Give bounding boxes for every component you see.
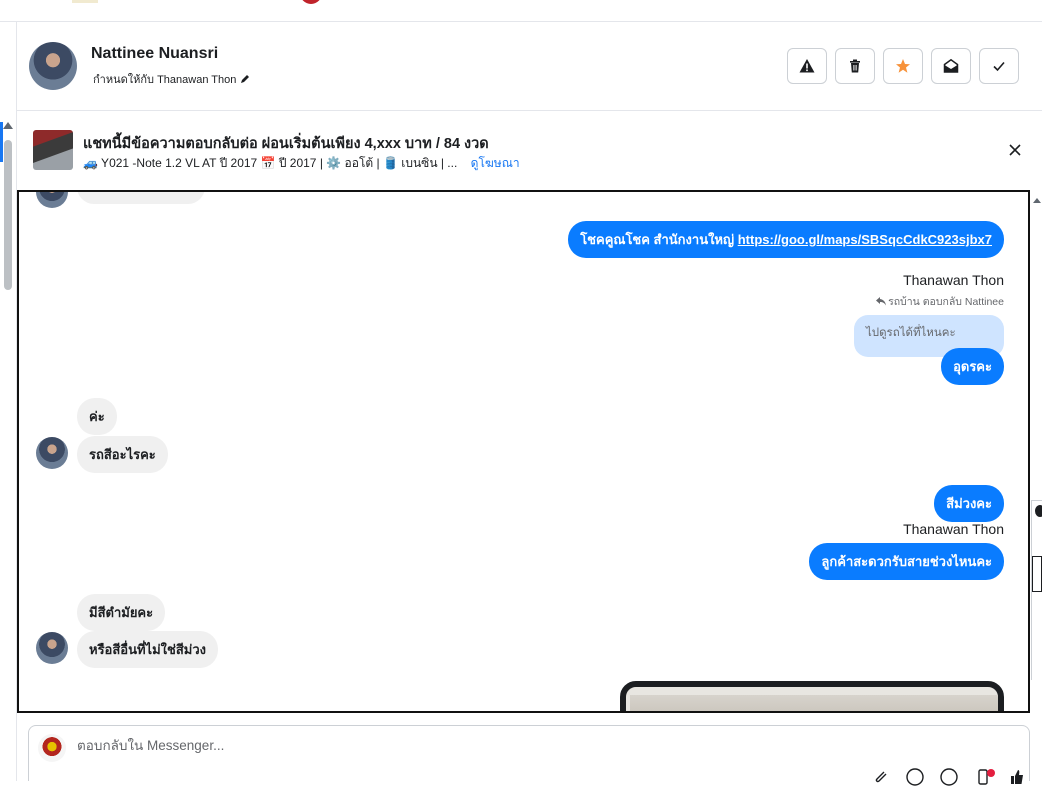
side-panel-avatar — [1035, 505, 1042, 517]
close-icon[interactable] — [1006, 141, 1024, 159]
message-bubble-outgoing[interactable]: ลูกค้าสะดวกรับสายช่วงไหนคะ — [809, 543, 1004, 580]
sender-name: Thanawan Thon — [903, 272, 1004, 288]
assigned-label: กำหนดให้กับ Thanawan Thon — [93, 74, 237, 86]
top-strip-item — [72, 0, 98, 3]
emoji-icon[interactable] — [905, 767, 925, 787]
ad-subtitle: 🚙 Y021 -Note 1.2 VL AT ปี 2017 📅 ปี 2017… — [83, 154, 520, 173]
contact-avatar-small — [36, 192, 68, 208]
ad-title: แชทนี้มีข้อความตอบกลับต่อ ผ่อนเริ่มต้นเพ… — [83, 136, 489, 152]
message-bubble-incoming-partial — [77, 192, 205, 204]
message-bubble-incoming[interactable]: หรือสีอื่นที่ไม่ใช่สีม่วง — [77, 631, 218, 668]
spam-button[interactable] — [787, 48, 827, 84]
attachment-icon[interactable] — [871, 767, 891, 787]
scrollbar-thumb[interactable] — [4, 140, 12, 290]
reply-arrow-icon — [876, 297, 887, 306]
ad-thumbnail[interactable] — [33, 130, 73, 170]
composer-tools — [871, 767, 1027, 787]
page-avatar — [38, 734, 66, 762]
top-strip-badge — [300, 0, 322, 4]
like-icon[interactable] — [1007, 767, 1027, 787]
message-thread[interactable]: โชคคูณโชค สำนักงานใหญ่ https://goo.gl/ma… — [17, 190, 1030, 713]
star-icon — [896, 59, 910, 73]
scroll-up-arrow[interactable] — [3, 122, 13, 129]
message-bubble-outgoing[interactable]: โชคคูณโชค สำนักงานใหญ่ https://goo.gl/ma… — [568, 221, 1004, 258]
star-button[interactable] — [883, 48, 923, 84]
reply-meta: รถบ้าน ตอบกลับ Nattinee — [876, 293, 1004, 310]
delete-button[interactable] — [835, 48, 875, 84]
side-panel-edge — [1030, 190, 1042, 781]
ad-context-bar: แชทนี้มีข้อความตอบกลับต่อ ผ่อนเริ่มต้นเพ… — [17, 111, 1042, 191]
message-bubble-incoming[interactable]: มีสีตำมัยคะ — [77, 594, 166, 631]
image-attachment[interactable] — [620, 681, 1004, 711]
warning-icon — [799, 59, 815, 73]
pencil-icon[interactable] — [240, 74, 250, 84]
header-actions — [787, 48, 1019, 84]
reply-meta-text: รถบ้าน ตอบกลับ Nattinee — [888, 296, 1004, 308]
trash-icon — [850, 59, 860, 73]
reply-composer — [28, 725, 1030, 786]
scroll-up-arrow[interactable] — [1033, 198, 1041, 203]
ad-details: 🚙 Y021 -Note 1.2 VL AT ปี 2017 📅 ปี 2017… — [83, 156, 458, 170]
done-button[interactable] — [979, 48, 1019, 84]
contact-avatar-small[interactable] — [36, 632, 68, 664]
envelope-open-icon — [943, 58, 959, 73]
mark-unread-button[interactable] — [931, 48, 971, 84]
contact-name[interactable]: Nattinee Nuansri — [91, 45, 218, 63]
message-bubble-outgoing[interactable]: อุดรคะ — [941, 348, 1004, 385]
contact-avatar-small[interactable] — [36, 437, 68, 469]
message-bubble-incoming[interactable]: รถสีอะไรคะ — [77, 436, 168, 473]
notification-dot — [987, 769, 995, 777]
image-preview — [630, 695, 998, 711]
top-strip — [0, 0, 1042, 22]
message-bubble-outgoing[interactable]: สีม่วงคะ — [934, 485, 1004, 522]
reply-input[interactable] — [77, 738, 677, 753]
conversation-header: Nattinee Nuansri กำหนดให้กับ Thanawan Th… — [17, 22, 1042, 111]
check-icon — [993, 61, 1005, 72]
contact-avatar[interactable] — [29, 42, 77, 90]
assignment[interactable]: กำหนดให้กับ Thanawan Thon — [93, 70, 250, 88]
message-bubble-incoming[interactable]: ค่ะ — [77, 398, 117, 435]
sender-name: Thanawan Thon — [903, 521, 1004, 537]
view-ad-link[interactable]: ดูโฆษณา — [471, 156, 520, 170]
left-rail — [0, 22, 17, 781]
saved-reply-icon[interactable] — [939, 767, 959, 787]
side-panel-field[interactable] — [1032, 556, 1042, 592]
map-link[interactable]: https://goo.gl/maps/SBSqcCdkC923sjbx7 — [738, 232, 992, 247]
message-text: โชคคูณโชค สำนักงานใหญ่ — [580, 232, 735, 247]
